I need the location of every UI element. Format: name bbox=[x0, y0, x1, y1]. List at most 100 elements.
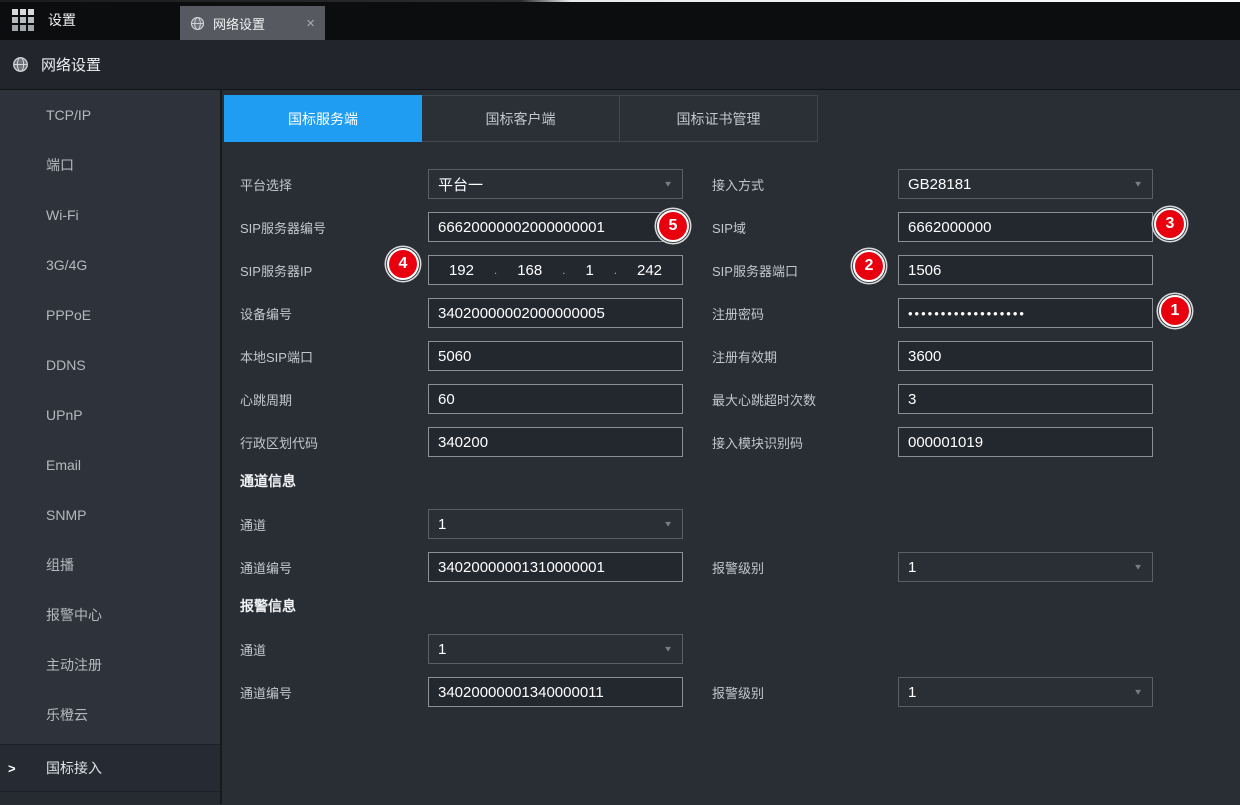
heartbeat-period-label: 心跳周期 bbox=[240, 390, 428, 409]
sidebar-item-label: 主动注册 bbox=[46, 655, 102, 675]
sub-tab-bar: 国标服务端国标客户端国标证书管理 bbox=[224, 95, 1240, 142]
access-module-id-label: 接入模块识别码 bbox=[712, 433, 898, 452]
dropdown-arrow-icon: ▼ bbox=[663, 520, 673, 529]
sip-server-id-input[interactable]: 66620000002000000001 bbox=[428, 212, 683, 242]
register-password-value: •••••••••••••••••• bbox=[908, 306, 1026, 321]
main-menu-tab[interactable]: 设置 bbox=[0, 0, 170, 40]
ip-dot: . bbox=[494, 263, 497, 277]
form-row: 通道1▼ bbox=[240, 634, 1240, 664]
sidebar-item-label: DDNS bbox=[46, 357, 86, 373]
register-valid-period-label: 注册有效期 bbox=[712, 347, 898, 366]
sip-server-id-label: SIP服务器编号 bbox=[240, 218, 428, 237]
device-id-label: 设备编号 bbox=[240, 304, 428, 323]
sidebar-item-upnp[interactable]: UPnP bbox=[0, 390, 220, 440]
sidebar-item-multicast[interactable]: 组播 bbox=[0, 540, 220, 590]
device-id-input[interactable]: 34020000002000000005 bbox=[428, 298, 683, 328]
register-password-label: 注册密码 bbox=[712, 304, 898, 323]
sidebar-item-tcpip[interactable]: TCP/IP bbox=[0, 90, 220, 140]
sidebar-item-auto-register[interactable]: 主动注册 bbox=[0, 640, 220, 690]
ip-dot: . bbox=[614, 263, 617, 277]
sidebar-item-label: PPPoE bbox=[46, 307, 91, 323]
sip-server-ip-octet: 168 bbox=[517, 262, 542, 279]
sip-server-ip-octet: 242 bbox=[637, 262, 662, 279]
callout-badge-5: 5 bbox=[657, 210, 689, 242]
form-row: 通道编号34020000001310000001报警级别1▼ bbox=[240, 552, 1240, 582]
sidebar-item-label: Email bbox=[46, 457, 81, 473]
alarm-info-channel-label: 通道 bbox=[240, 640, 428, 659]
max-heartbeat-timeout-label: 最大心跳超时次数 bbox=[712, 390, 898, 409]
sidebar-item-gb28181[interactable]: > 国标接入 bbox=[0, 744, 220, 792]
sidebar-item-alarm-center[interactable]: 报警中心 bbox=[0, 590, 220, 640]
main-menu-label: 设置 bbox=[48, 10, 76, 30]
local-sip-port-input[interactable]: 5060 bbox=[428, 341, 683, 371]
tab-gb-server[interactable]: 国标服务端 bbox=[224, 95, 422, 142]
access-module-id-value: 000001019 bbox=[908, 434, 983, 451]
sip-server-ip-octet: 192 bbox=[449, 262, 474, 279]
platform-select-label: 平台选择 bbox=[240, 175, 428, 194]
alarm-info-channel-select[interactable]: 1▼ bbox=[428, 634, 683, 664]
sidebar-item-ddns[interactable]: DDNS bbox=[0, 340, 220, 390]
sidebar-item-pppoe[interactable]: PPPoE bbox=[0, 290, 220, 340]
sip-server-port-value: 1506 bbox=[908, 262, 941, 279]
max-heartbeat-timeout-input[interactable]: 3 bbox=[898, 384, 1153, 414]
ip-dot: . bbox=[562, 263, 565, 277]
sip-server-ip-octet: 1 bbox=[585, 262, 593, 279]
channel-alarm-level-label: 报警级别 bbox=[712, 558, 898, 577]
heartbeat-period-input[interactable]: 60 bbox=[428, 384, 683, 414]
sidebar-footer bbox=[0, 792, 220, 804]
doc-tab-label: 网络设置 bbox=[213, 14, 265, 33]
local-sip-port-value: 5060 bbox=[438, 348, 471, 365]
sidebar-item-port[interactable]: 端口 bbox=[0, 140, 220, 190]
register-valid-period-input[interactable]: 3600 bbox=[898, 341, 1153, 371]
sip-server-port-input[interactable]: 1506 bbox=[898, 255, 1153, 285]
apps-grid-icon[interactable] bbox=[12, 9, 34, 31]
sidebar-item-label: 报警中心 bbox=[46, 605, 102, 625]
form-row: 平台选择平台一▼接入方式GB28181▼ bbox=[240, 169, 1240, 199]
tab-gb-client[interactable]: 国标客户端 bbox=[422, 95, 620, 142]
globe-icon bbox=[12, 56, 29, 73]
channel-info-id-value: 34020000001310000001 bbox=[438, 559, 605, 576]
admin-region-code-label: 行政区划代码 bbox=[240, 433, 428, 452]
form-row: SIP服务器编号66620000002000000001 SIP域66620000… bbox=[240, 212, 1240, 242]
sip-domain-label: SIP域 bbox=[712, 218, 898, 237]
register-password-input[interactable]: •••••••••••••••••• bbox=[898, 298, 1153, 328]
sidebar-item-snmp[interactable]: SNMP bbox=[0, 490, 220, 540]
chevron-right-icon: > bbox=[8, 761, 16, 776]
admin-region-code-input[interactable]: 340200 bbox=[428, 427, 683, 457]
sidebar-item-3g4g[interactable]: 3G/4G bbox=[0, 240, 220, 290]
sidebar-item-label: 乐橙云 bbox=[46, 705, 88, 725]
sidebar-item-wifi[interactable]: Wi-Fi bbox=[0, 190, 220, 240]
sip-domain-input[interactable]: 6662000000 bbox=[898, 212, 1153, 242]
tab-gb-cert[interactable]: 国标证书管理 bbox=[620, 95, 818, 142]
dropdown-arrow-icon: ▼ bbox=[1133, 180, 1143, 189]
channel-info-id-input[interactable]: 34020000001310000001 bbox=[428, 552, 683, 582]
tab-network-settings[interactable]: 网络设置 × bbox=[180, 6, 325, 40]
callout-badge-2: 2 bbox=[853, 250, 885, 282]
form-row: 设备编号 34020000002000000005 注册密码 ••••••••••••… bbox=[240, 298, 1240, 328]
form-row: 本地SIP端口 5060 注册有效期 3600 bbox=[240, 341, 1240, 371]
access-module-id-input[interactable]: 000001019 bbox=[898, 427, 1153, 457]
heartbeat-period-value: 60 bbox=[438, 391, 455, 408]
page-header: 网络设置 bbox=[0, 40, 1240, 90]
register-valid-period-value: 3600 bbox=[908, 348, 941, 365]
alarm-info-channel-value: 1 bbox=[438, 641, 446, 658]
sip-server-ip-input[interactable]: 192. 168. 1. 242 bbox=[428, 255, 683, 285]
channel-alarm-level-select[interactable]: 1▼ bbox=[898, 552, 1153, 582]
form-row: 心跳周期 60 最大心跳超时次数3 bbox=[240, 384, 1240, 414]
sidebar-item-lechange[interactable]: 乐橙云 bbox=[0, 690, 220, 740]
gb-server-form: 平台选择平台一▼接入方式GB28181▼SIP服务器编号666200000020… bbox=[224, 169, 1240, 707]
sidebar-item-label: 国标接入 bbox=[46, 758, 102, 778]
sidebar-item-email[interactable]: Email bbox=[0, 440, 220, 490]
local-sip-port-label: 本地SIP端口 bbox=[240, 347, 428, 366]
dropdown-arrow-icon: ▼ bbox=[663, 180, 673, 189]
platform-select-select[interactable]: 平台一▼ bbox=[428, 169, 683, 199]
form-row: 行政区划代码340200 接入模块识别码 000001019 bbox=[240, 427, 1240, 457]
sidebar-item-label: SNMP bbox=[46, 507, 86, 523]
device-id-value: 34020000002000000005 bbox=[438, 305, 605, 322]
close-icon[interactable]: × bbox=[306, 16, 315, 31]
alarm-info-id-input[interactable]: 34020000001340000011 bbox=[428, 677, 683, 707]
channel-info-channel-select[interactable]: 1▼ bbox=[428, 509, 683, 539]
alarm-alarm-level-select[interactable]: 1▼ bbox=[898, 677, 1153, 707]
sidebar-item-label: 端口 bbox=[46, 155, 74, 175]
access-mode-select[interactable]: GB28181▼ bbox=[898, 169, 1153, 199]
